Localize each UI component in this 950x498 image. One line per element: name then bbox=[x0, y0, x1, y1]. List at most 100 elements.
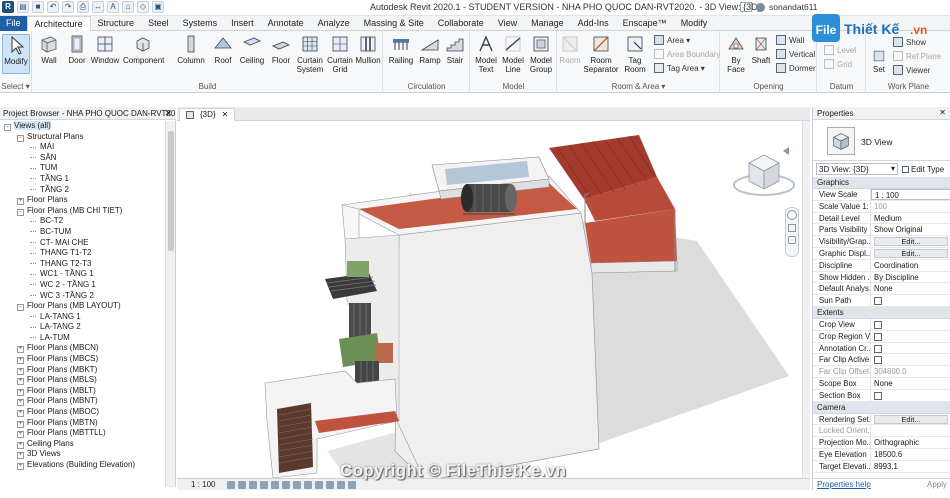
tab-systems[interactable]: Systems bbox=[176, 16, 225, 31]
property-value[interactable]: Edit... bbox=[871, 236, 950, 247]
tree-item[interactable]: - Structural Plans bbox=[0, 132, 165, 143]
grid-button[interactable]: Grid bbox=[824, 59, 852, 69]
3d-view-icon[interactable]: ⌂ bbox=[122, 1, 134, 13]
curtain-system-button[interactable]: Curtain System bbox=[295, 34, 325, 74]
edit-button[interactable]: Edit... bbox=[874, 248, 948, 258]
tree-item[interactable]: + Floor Plans (MBTN) bbox=[0, 418, 165, 429]
undo-icon[interactable]: ↶ bbox=[47, 1, 59, 13]
mullion-button[interactable]: Mullion bbox=[354, 34, 382, 65]
tree-item[interactable]: - Views (all) bbox=[0, 121, 165, 132]
tab-add-ins[interactable]: Add-Ins bbox=[571, 16, 616, 31]
model-text-button[interactable]: Model Text bbox=[473, 34, 499, 74]
property-value[interactable]: 1 : 100 bbox=[871, 189, 950, 200]
tree-item[interactable]: THANG T2-T3 bbox=[0, 259, 165, 270]
tree-item[interactable]: + Floor Plans (MBLT) bbox=[0, 386, 165, 397]
tab-massing-site[interactable]: Massing & Site bbox=[357, 16, 431, 31]
floor-button[interactable]: Floor bbox=[269, 34, 293, 65]
tab-structure[interactable]: Structure bbox=[91, 16, 142, 31]
tree-item[interactable]: + Floor Plans (MBLS) bbox=[0, 375, 165, 386]
modify-button[interactable]: Modify bbox=[2, 34, 30, 74]
zoom-icon[interactable] bbox=[788, 224, 796, 232]
expand-icon[interactable]: + bbox=[17, 399, 24, 407]
tree-item[interactable]: LA-TANG 1 bbox=[0, 312, 165, 323]
expand-icon[interactable]: + bbox=[17, 452, 24, 460]
tree-item[interactable]: + Ceiling Plans bbox=[0, 439, 165, 450]
tab-enscape[interactable]: Enscape™ bbox=[616, 16, 674, 31]
tree-item[interactable]: + Elevations (Building Elevation) bbox=[0, 460, 165, 471]
temporary-hide-icon[interactable] bbox=[315, 481, 323, 489]
edit-button[interactable]: Edit... bbox=[874, 414, 948, 424]
properties-section-camera[interactable]: Camera bbox=[813, 401, 950, 414]
tree-item[interactable]: +3D Views bbox=[0, 449, 165, 460]
steering-wheel-icon[interactable] bbox=[787, 210, 797, 220]
ref-plane-button[interactable]: Ref Plane bbox=[893, 51, 941, 61]
property-value[interactable]: Edit... bbox=[871, 414, 950, 425]
expand-icon[interactable]: + bbox=[17, 357, 24, 365]
shaft-button[interactable]: Shaft bbox=[749, 34, 773, 65]
tree-item[interactable]: + Floor Plans (MBNT) bbox=[0, 396, 165, 407]
checkbox[interactable] bbox=[874, 344, 882, 353]
expand-icon[interactable]: + bbox=[17, 367, 24, 375]
expand-icon[interactable]: + bbox=[17, 431, 24, 439]
tree-item[interactable]: + Floor Plans (MBKT) bbox=[0, 365, 165, 376]
property-value[interactable] bbox=[871, 295, 950, 306]
nav-menu-icon[interactable] bbox=[788, 236, 796, 244]
close-icon[interactable]: ✕ bbox=[939, 108, 946, 117]
detail-level-icon[interactable] bbox=[227, 481, 235, 489]
tree-item[interactable]: SÂN bbox=[0, 153, 165, 164]
tab-steel[interactable]: Steel bbox=[141, 16, 176, 31]
property-value[interactable] bbox=[871, 354, 950, 365]
property-value[interactable]: None bbox=[871, 283, 950, 294]
wall-button[interactable]: Wall bbox=[35, 34, 63, 65]
room-separator-button[interactable]: Room Separator bbox=[582, 34, 620, 74]
property-value[interactable]: Show Original bbox=[871, 224, 950, 235]
expand-icon[interactable]: + bbox=[17, 388, 24, 396]
tree-item[interactable]: BC-T2 bbox=[0, 216, 165, 227]
tab-insert[interactable]: Insert bbox=[224, 16, 261, 31]
shadows-icon[interactable] bbox=[260, 481, 268, 489]
tab-annotate[interactable]: Annotate bbox=[261, 16, 311, 31]
viewer-button[interactable]: Viewer bbox=[893, 65, 930, 75]
measure-icon[interactable]: ↔ bbox=[92, 1, 104, 13]
checkbox[interactable] bbox=[874, 297, 882, 306]
checkbox[interactable] bbox=[874, 320, 882, 329]
crop-view-icon[interactable] bbox=[282, 481, 290, 489]
tree-item[interactable]: WC 3 -TẦNG 2 bbox=[0, 291, 165, 302]
roof-button[interactable]: Roof bbox=[211, 34, 235, 65]
room-area-group-label[interactable]: Room & Area ▾ bbox=[558, 82, 719, 91]
tab-collaborate[interactable]: Collaborate bbox=[431, 16, 491, 31]
ceiling-button[interactable]: Ceiling bbox=[238, 34, 266, 65]
tag-area-button[interactable]: Tag Area ▾ bbox=[654, 63, 705, 73]
area-boundary-button[interactable]: Area Boundary bbox=[654, 49, 720, 59]
property-value[interactable]: None bbox=[871, 378, 950, 389]
property-value[interactable] bbox=[871, 319, 950, 330]
property-value[interactable]: Orthographic bbox=[871, 437, 950, 448]
open-icon[interactable]: ▤ bbox=[17, 1, 29, 13]
expand-icon[interactable]: + bbox=[17, 420, 24, 428]
vertical-opening-button[interactable]: Vertical bbox=[776, 49, 815, 59]
close-icon[interactable]: ✕ bbox=[222, 109, 229, 121]
tree-item[interactable]: - Floor Plans (MB CHI TIET) bbox=[0, 206, 165, 217]
viewcube[interactable] bbox=[729, 145, 799, 205]
door-button[interactable]: Door bbox=[64, 34, 90, 65]
tree-item[interactable]: THANG T1-T2 bbox=[0, 248, 165, 259]
scrollbar-thumb[interactable] bbox=[168, 131, 174, 251]
expand-icon[interactable]: + bbox=[17, 441, 24, 449]
curtain-grid-button[interactable]: Curtain Grid bbox=[325, 34, 355, 74]
property-value[interactable]: By Discipline bbox=[871, 272, 950, 283]
view-scale[interactable]: 1 : 100 bbox=[191, 480, 215, 489]
visual-style-icon[interactable] bbox=[238, 481, 246, 489]
redo-icon[interactable]: ↷ bbox=[62, 1, 74, 13]
text-icon[interactable]: A bbox=[107, 1, 119, 13]
room-button[interactable]: Room bbox=[558, 34, 582, 65]
expand-icon[interactable]: + bbox=[17, 378, 24, 386]
viewport-scrollbar[interactable] bbox=[802, 121, 810, 478]
tree-item[interactable]: - Floor Plans (MB LAYOUT) bbox=[0, 301, 165, 312]
property-value[interactable] bbox=[871, 390, 950, 401]
stair-button[interactable]: Stair bbox=[443, 34, 467, 65]
area-button[interactable]: Area ▾ bbox=[654, 35, 690, 45]
tree-item[interactable]: WC1 - TẦNG 1 bbox=[0, 269, 165, 280]
crop-region-icon[interactable] bbox=[293, 481, 301, 489]
properties-help-link[interactable]: Properties help bbox=[817, 480, 871, 489]
set-button[interactable]: Set bbox=[867, 49, 891, 74]
